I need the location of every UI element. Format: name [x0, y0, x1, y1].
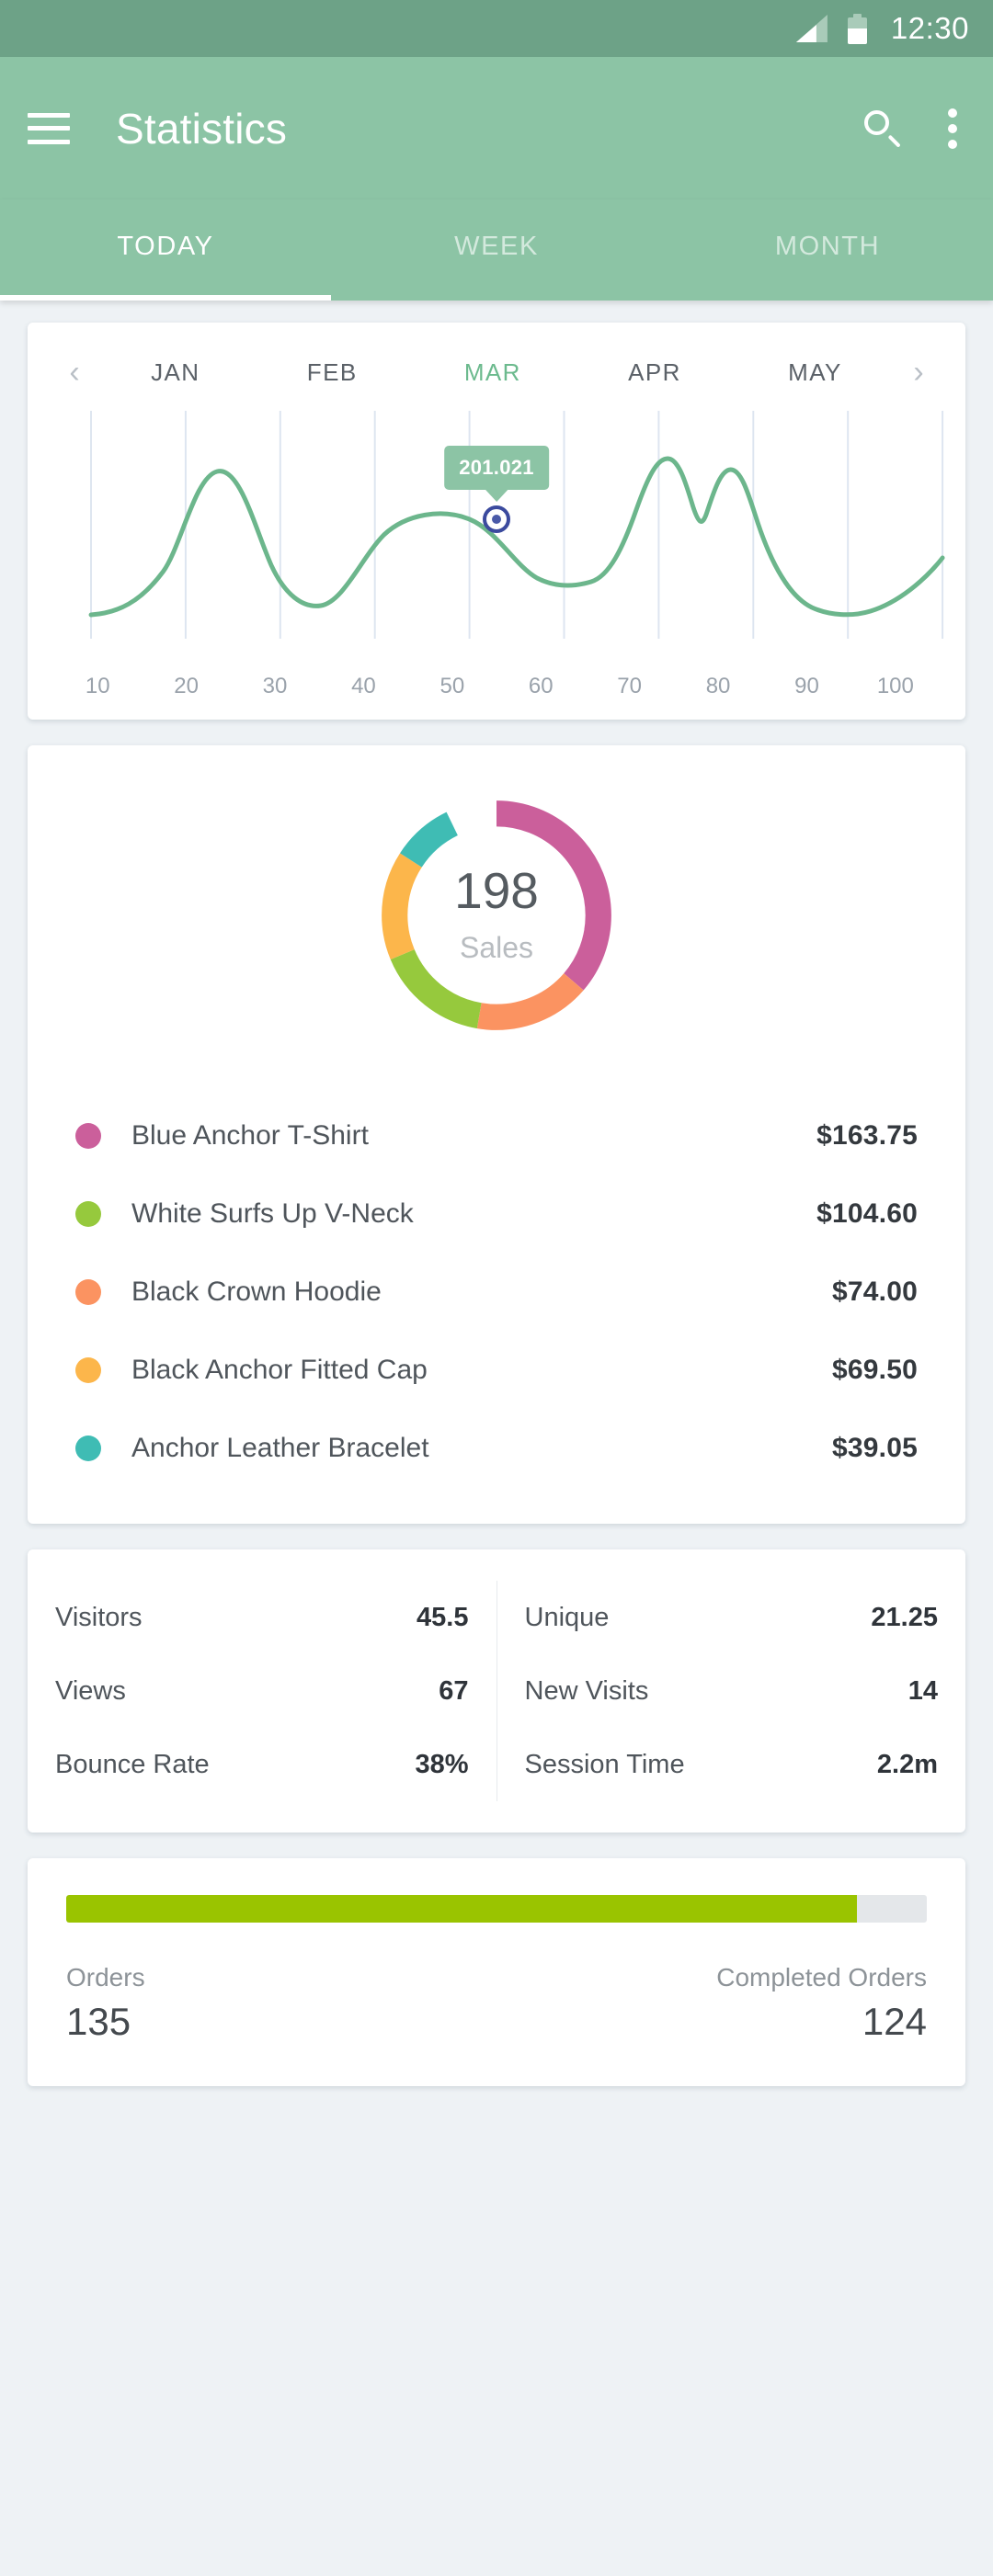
- stat-label-views: Views: [55, 1675, 126, 1706]
- tab-bar: TODAY WEEK MONTH: [0, 199, 993, 301]
- donut-center-label: Sales: [459, 931, 534, 964]
- stat-value-views: 67: [439, 1675, 469, 1706]
- hamburger-menu-icon[interactable]: [28, 112, 70, 144]
- chart-data-point-marker[interactable]: [483, 505, 510, 533]
- month-apr[interactable]: APR: [628, 358, 681, 387]
- status-bar-clock: 12:30: [890, 11, 969, 45]
- legend-item-value: $163.75: [816, 1119, 918, 1151]
- x-tick-90: 90: [794, 674, 819, 698]
- legend-item-value: $74.00: [832, 1276, 918, 1307]
- legend-item-name: Black Anchor Fitted Cap: [131, 1354, 428, 1385]
- legend-color-dot-icon: [75, 1356, 101, 1383]
- legend-item-value: $39.05: [832, 1432, 918, 1463]
- stat-label-bounce-rate: Bounce Rate: [55, 1749, 210, 1779]
- stat-value-new-visits: 14: [907, 1675, 938, 1706]
- app-bar-actions: [862, 108, 965, 149]
- orders-progress-bar: [66, 1895, 927, 1923]
- x-tick-100: 100: [876, 674, 914, 698]
- orders-labels-row: Orders Completed Orders: [66, 1963, 927, 1992]
- sales-legend-list: Blue Anchor T-Shirt $163.75 White Surfs …: [28, 1096, 965, 1487]
- stat-label-visitors: Visitors: [55, 1602, 143, 1632]
- orders-value: 135: [66, 2000, 131, 2043]
- orders-card: Orders Completed Orders 135 124: [28, 1858, 965, 2086]
- tab-month[interactable]: MONTH: [662, 199, 993, 301]
- table-row: Bounce Rate 38%: [28, 1728, 496, 1801]
- list-item[interactable]: Black Anchor Fitted Cap $69.50: [28, 1331, 965, 1409]
- table-row: Visitors 45.5: [28, 1581, 496, 1654]
- legend-color-dot-icon: [75, 1122, 101, 1149]
- stat-value-unique: 21.25: [871, 1602, 938, 1632]
- stat-label-new-visits: New Visits: [524, 1675, 649, 1706]
- sales-breakdown-card: 198 Sales Blue Anchor T-Shirt $163.75 Wh…: [28, 745, 965, 1524]
- search-icon[interactable]: [862, 108, 903, 149]
- month-feb[interactable]: FEB: [307, 358, 358, 387]
- x-tick-40: 40: [351, 674, 376, 698]
- donut-chart[interactable]: 198 Sales: [367, 786, 626, 1045]
- legend-color-dot-icon: [75, 1278, 101, 1305]
- legend-item-name: White Surfs Up V-Neck: [131, 1197, 414, 1229]
- list-item[interactable]: White Surfs Up V-Neck $104.60: [28, 1175, 965, 1253]
- month-may[interactable]: MAY: [788, 358, 842, 387]
- line-chart-card: ‹ JAN FEB MAR APR MAY › 201.021 10 20 30…: [28, 323, 965, 720]
- completed-orders-label: Completed Orders: [716, 1963, 927, 1992]
- donut-center-content: 198 Sales: [367, 786, 626, 1045]
- x-tick-70: 70: [617, 674, 642, 698]
- x-tick-10: 10: [85, 674, 110, 698]
- month-list: JAN FEB MAR APR MAY: [97, 358, 896, 387]
- month-navigation: ‹ JAN FEB MAR APR MAY ›: [28, 346, 965, 398]
- stat-value-session-time: 2.2m: [876, 1749, 938, 1779]
- battery-icon: [847, 13, 867, 44]
- table-row: New Visits 14: [497, 1654, 966, 1728]
- page-title: Statistics: [116, 104, 288, 153]
- list-item[interactable]: Black Crown Hoodie $74.00: [28, 1253, 965, 1331]
- stats-column-right: Unique 21.25 New Visits 14 Session Time …: [497, 1581, 966, 1801]
- stat-value-bounce-rate: 38%: [415, 1749, 469, 1779]
- legend-item-name: Anchor Leather Bracelet: [131, 1432, 429, 1463]
- app-bar: Statistics: [0, 57, 993, 199]
- legend-color-dot-icon: [75, 1435, 101, 1461]
- x-tick-50: 50: [439, 674, 465, 698]
- prev-month-arrow-icon[interactable]: ‹: [51, 357, 97, 388]
- x-tick-60: 60: [528, 674, 554, 698]
- tab-week[interactable]: WEEK: [331, 199, 662, 301]
- table-row: Unique 21.25: [497, 1581, 966, 1654]
- status-icons: 12:30: [795, 11, 969, 46]
- stats-column-left: Visitors 45.5 Views 67 Bounce Rate 38%: [28, 1581, 497, 1801]
- orders-label: Orders: [66, 1963, 145, 1992]
- chart-tooltip: 201.021: [444, 446, 549, 490]
- orders-progress-fill: [66, 1895, 858, 1923]
- legend-item-value: $104.60: [816, 1197, 918, 1229]
- stat-label-unique: Unique: [524, 1602, 610, 1632]
- x-tick-80: 80: [705, 674, 731, 698]
- month-mar[interactable]: MAR: [464, 358, 521, 387]
- table-row: Session Time 2.2m: [497, 1728, 966, 1801]
- stat-label-session-time: Session Time: [524, 1749, 685, 1779]
- next-month-arrow-icon[interactable]: ›: [896, 357, 942, 388]
- table-row: Views 67: [28, 1654, 496, 1728]
- completed-orders-value: 124: [862, 2000, 927, 2043]
- legend-item-name: Blue Anchor T-Shirt: [131, 1119, 369, 1151]
- overflow-menu-icon[interactable]: [947, 108, 958, 149]
- tab-today[interactable]: TODAY: [0, 199, 331, 301]
- legend-color-dot-icon: [75, 1200, 101, 1227]
- x-axis-labels: 10 20 30 40 50 60 70 80 90 100: [28, 659, 965, 699]
- legend-item-value: $69.50: [832, 1354, 918, 1385]
- site-stats-card: Visitors 45.5 Views 67 Bounce Rate 38% U…: [28, 1549, 965, 1833]
- month-jan[interactable]: JAN: [151, 358, 200, 387]
- stat-value-visitors: 45.5: [417, 1602, 469, 1632]
- x-tick-20: 20: [174, 674, 199, 698]
- donut-chart-wrap: 198 Sales: [28, 786, 965, 1045]
- status-bar: 12:30: [0, 0, 993, 57]
- line-chart-plot[interactable]: 201.021: [46, 411, 947, 659]
- list-item[interactable]: Anchor Leather Bracelet $39.05: [28, 1409, 965, 1487]
- signal-bars-icon: [795, 15, 828, 42]
- donut-center-value: 198: [454, 862, 539, 919]
- x-tick-30: 30: [262, 674, 288, 698]
- list-item[interactable]: Blue Anchor T-Shirt $163.75: [28, 1096, 965, 1175]
- orders-values-row: 135 124: [66, 2000, 927, 2044]
- legend-item-name: Black Crown Hoodie: [131, 1276, 382, 1307]
